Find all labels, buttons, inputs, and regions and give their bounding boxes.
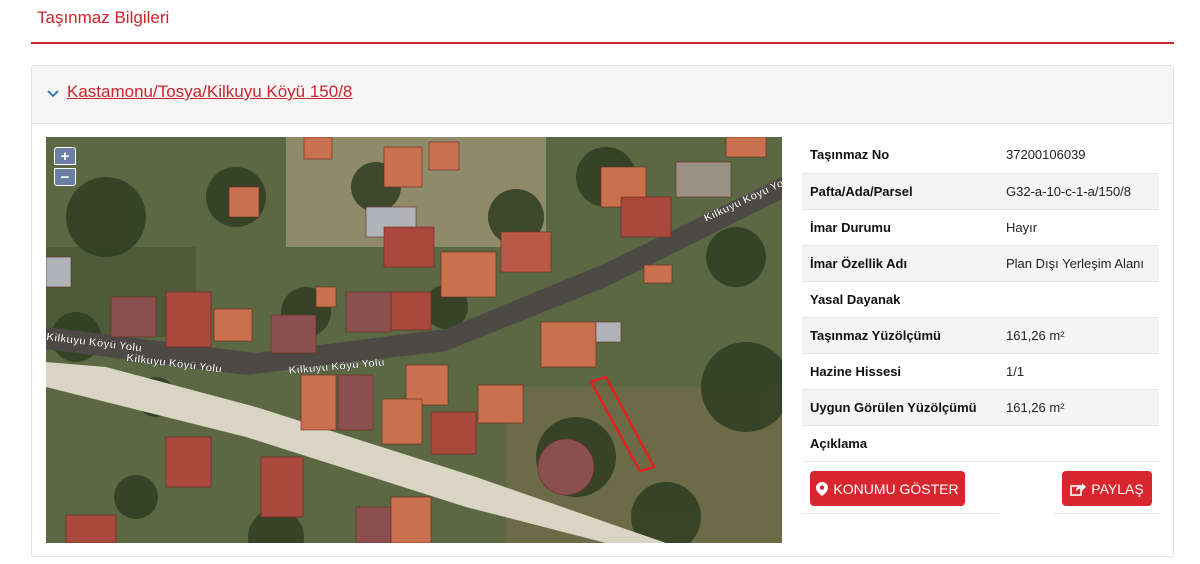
property-details-table: Taşınmaz No 37200106039 Pafta/Ada/Parsel… [802, 137, 1159, 462]
detail-value: G32-a-10-c-1-a/150/8 [998, 173, 1159, 210]
table-row: Taşınmaz No 37200106039 [802, 137, 1159, 174]
show-location-label: KONUMU GÖSTER [833, 480, 959, 497]
location-link[interactable]: Kastamonu/Tosya/Kilkuyu Köyü 150/8 [67, 82, 352, 102]
detail-label: Pafta/Ada/Parsel [802, 173, 998, 210]
detail-value: Hayır [998, 209, 1159, 246]
table-row: İmar Durumu Hayır [802, 209, 1159, 246]
detail-label: Uygun Görülen Yüzölçümü [802, 389, 998, 426]
detail-value: Plan Dışı Yerleşim Alanı [998, 245, 1159, 282]
divider [1054, 513, 1159, 514]
zoom-out-button[interactable]: − [54, 168, 76, 186]
page-header: Taşınmaz Bilgileri [31, 0, 1174, 44]
map-marker-icon [816, 481, 829, 496]
detail-value: 161,26 m² [998, 389, 1159, 426]
table-row: Uygun Görülen Yüzölçümü 161,26 m² [802, 389, 1159, 426]
divider [802, 513, 999, 514]
detail-label: Açıklama [802, 425, 998, 462]
share-label: PAYLAŞ [1091, 480, 1144, 497]
detail-label: İmar Özellik Adı [802, 245, 998, 282]
page-title: Taşınmaz Bilgileri [37, 8, 170, 27]
property-card: Kastamonu/Tosya/Kilkuyu Köyü 150/8 Kilku… [31, 65, 1174, 557]
satellite-map[interactable]: Kilkuyu Köyü Yolu Kilkuyu Köyü Yolu Kilk… [46, 137, 782, 543]
table-row: Yasal Dayanak [802, 281, 1159, 318]
table-row: Pafta/Ada/Parsel G32-a-10-c-1-a/150/8 [802, 173, 1159, 210]
detail-label: Yasal Dayanak [802, 281, 998, 318]
detail-value: 37200106039 [998, 137, 1159, 174]
table-row: İmar Özellik Adı Plan Dışı Yerleşim Alan… [802, 245, 1159, 282]
detail-value: 161,26 m² [998, 317, 1159, 354]
zoom-in-button[interactable]: + [54, 147, 76, 165]
card-header[interactable]: Kastamonu/Tosya/Kilkuyu Köyü 150/8 [32, 66, 1173, 124]
detail-label: Taşınmaz No [802, 137, 998, 174]
show-location-button[interactable]: KONUMU GÖSTER [810, 471, 965, 506]
detail-label: İmar Durumu [802, 209, 998, 246]
chevron-down-icon[interactable] [46, 86, 60, 100]
detail-value [998, 281, 1159, 318]
table-row: Taşınmaz Yüzölçümü 161,26 m² [802, 317, 1159, 354]
detail-value [998, 425, 1159, 462]
share-icon [1070, 482, 1087, 496]
detail-label: Taşınmaz Yüzölçümü [802, 317, 998, 354]
table-row: Açıklama [802, 425, 1159, 462]
detail-label: Hazine Hissesi [802, 353, 998, 390]
table-row: Hazine Hissesi 1/1 [802, 353, 1159, 390]
share-button[interactable]: PAYLAŞ [1062, 471, 1152, 506]
detail-value: 1/1 [998, 353, 1159, 390]
